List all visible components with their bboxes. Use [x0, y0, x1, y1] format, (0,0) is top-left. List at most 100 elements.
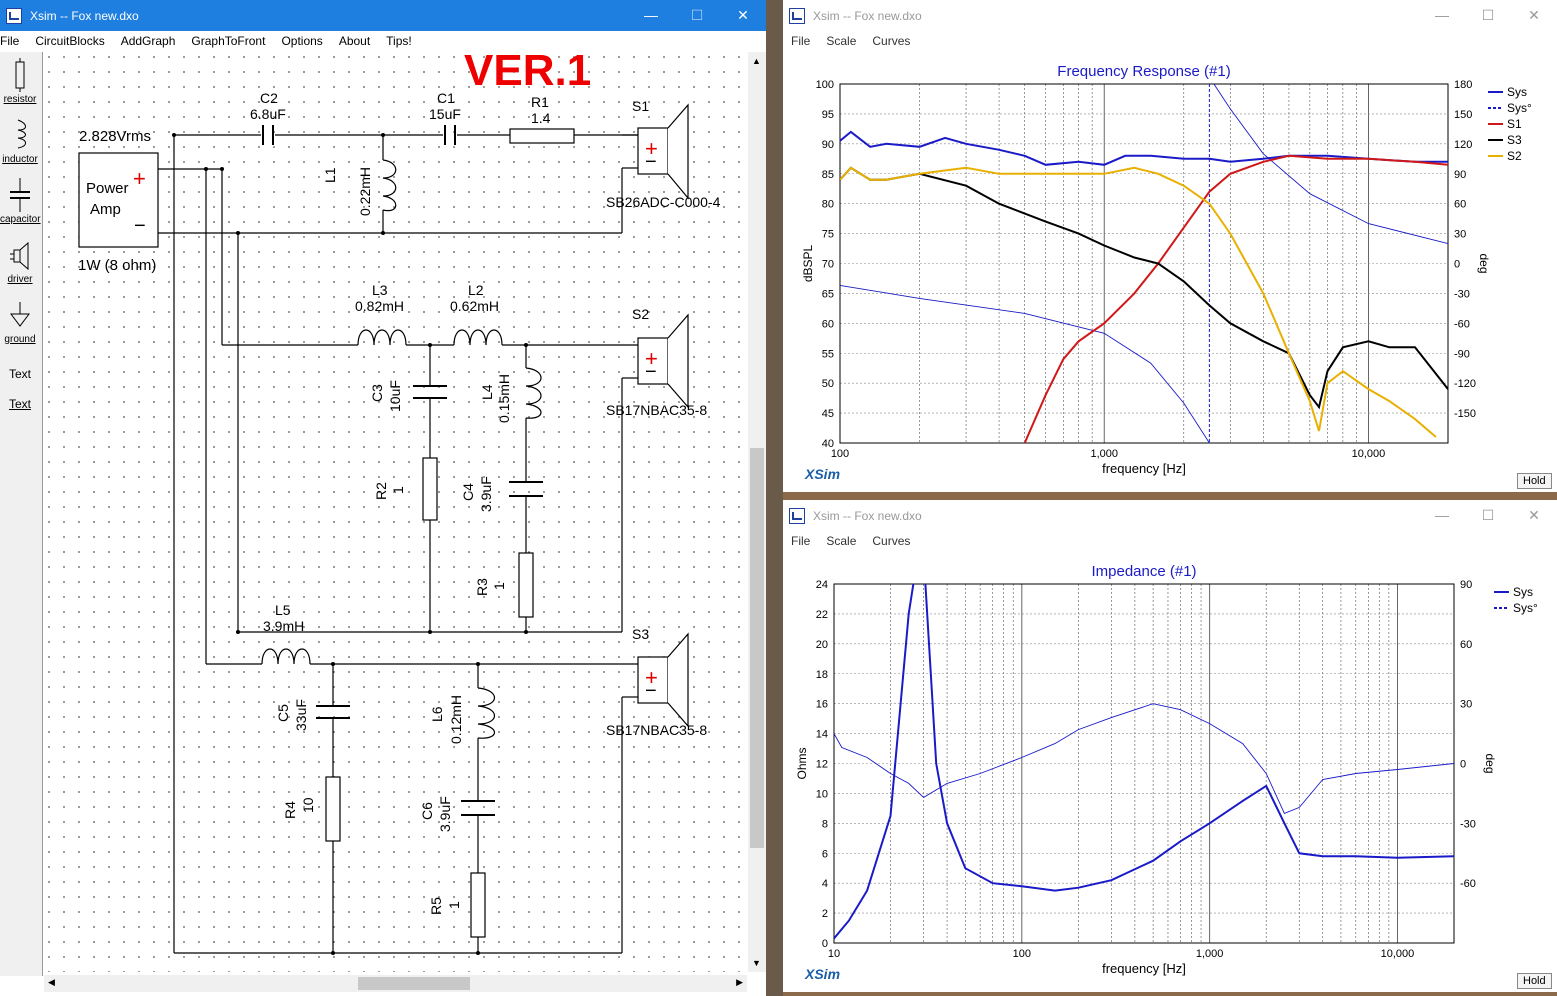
l5-value: 3.9mH [263, 618, 305, 634]
schematic-drawing: + + + + − − − − [44, 52, 747, 972]
y-tick-label: 10 [816, 788, 828, 800]
inductor-icon [17, 119, 26, 149]
l2-name: L2 [468, 282, 484, 298]
menu-tips[interactable]: Tips! [386, 34, 412, 48]
driver-s1-model: SB26ADC-C000-4 [606, 194, 721, 210]
maximize-icon[interactable]: ☐ [1465, 500, 1511, 531]
scroll-down-icon[interactable]: ▼ [752, 958, 761, 968]
impedance-chart: 024681012141618202224-60-30030609010 100 1… [795, 563, 1538, 976]
minimize-icon[interactable]: — [1419, 500, 1465, 531]
menu-addgraph[interactable]: AddGraph [121, 34, 176, 48]
tool-resistor[interactable]: resistor [0, 58, 40, 105]
scroll-right-icon[interactable]: ▶ [736, 977, 743, 988]
desktop-strip [766, 0, 783, 996]
resistor-icon [15, 58, 25, 92]
amp-label-1: Power [86, 180, 129, 197]
minimize-icon[interactable]: — [1419, 0, 1465, 31]
x-tick-label: 10,000 [1352, 448, 1386, 460]
hold-button[interactable]: Hold [1517, 473, 1552, 489]
l2-value: 0.62mH [450, 298, 500, 314]
frequency-titlebar[interactable]: Xsim -- Fox new.dxo — ☐ ✕ [783, 0, 1557, 31]
close-icon[interactable]: ✕ [1511, 500, 1557, 531]
maximize-icon[interactable]: ☐ [1465, 0, 1511, 31]
window-title: Xsim -- Fox new.dxo [813, 8, 922, 23]
schematic-menubar: File CircuitBlocks AddGraph GraphToFront… [0, 31, 766, 51]
tool-ground[interactable]: ground [0, 300, 40, 345]
tool-text-preview[interactable]: Text [0, 367, 40, 381]
c5-name: C5 [275, 704, 291, 722]
legend-label: Sys [1507, 85, 1527, 99]
y2-tick-label: 90 [1454, 169, 1466, 181]
c5-value: 33uF [293, 699, 309, 731]
y-tick-label: 14 [816, 729, 828, 741]
schematic-canvas[interactable]: + + + + − − − − VER.1 2.828Vrms Power Am… [44, 46, 747, 972]
horizontal-scrollbar[interactable]: ◀ ▶ [44, 975, 747, 992]
tool-text[interactable]: Text [0, 397, 40, 411]
c2-value: 6.8uF [250, 106, 286, 122]
menu-file[interactable]: File [791, 534, 810, 548]
driver-s3-model: SB17NBAC35-8 [606, 722, 708, 738]
menu-curves[interactable]: Curves [872, 34, 910, 48]
c6-name: C6 [419, 802, 435, 820]
x-tick-label: 10,000 [1381, 948, 1415, 960]
menu-options[interactable]: Options [281, 34, 322, 48]
vertical-scrollbar[interactable]: ▲ ▼ [748, 52, 766, 972]
menu-circuitblocks[interactable]: CircuitBlocks [35, 34, 104, 48]
schematic-titlebar[interactable]: Xsim -- Fox new.dxo — ☐ ✕ [0, 0, 766, 31]
menu-graphtofront[interactable]: GraphToFront [191, 34, 265, 48]
app-icon [789, 507, 805, 524]
r2-value: 1 [390, 486, 406, 494]
y-tick-label: 8 [822, 818, 828, 830]
y2-tick-label: 60 [1460, 639, 1472, 651]
scroll-up-icon[interactable]: ▲ [752, 56, 761, 66]
horizontal-scroll-thumb[interactable] [358, 977, 470, 990]
tool-driver[interactable]: driver [0, 240, 40, 285]
impedance-menubar: File Scale Curves [783, 531, 1557, 551]
menu-scale[interactable]: Scale [826, 34, 856, 48]
l3-value: 0.82mH [355, 298, 405, 314]
svg-text:−: − [645, 680, 657, 702]
scroll-left-icon[interactable]: ◀ [48, 977, 55, 988]
x-tick-label: 100 [831, 448, 849, 460]
y-tick-label: 70 [822, 259, 834, 271]
minimize-icon[interactable]: — [628, 0, 674, 31]
y-tick-label: 24 [816, 579, 828, 591]
tool-capacitor[interactable]: capacitor [0, 178, 41, 225]
y-tick-label: 100 [816, 79, 834, 91]
menu-curves[interactable]: Curves [872, 534, 910, 548]
tool-inductor[interactable]: inductor [0, 118, 40, 165]
r1-value: 1.4 [531, 110, 551, 126]
menu-about[interactable]: About [339, 34, 370, 48]
maximize-icon[interactable]: ☐ [674, 0, 720, 31]
close-icon[interactable]: ✕ [720, 0, 766, 31]
menu-file[interactable]: File [0, 34, 19, 48]
l3-name: L3 [372, 282, 388, 298]
y2-tick-label: 90 [1460, 579, 1472, 591]
svg-text:−: − [134, 215, 146, 237]
c4-value: 3.9uF [478, 476, 494, 512]
driver-s2-name: S2 [632, 306, 650, 322]
y-tick-label: 16 [816, 699, 828, 711]
y-tick-label: 55 [822, 348, 834, 360]
series-line-sys [834, 584, 1454, 940]
series-line-s1 [1023, 154, 1448, 443]
l4-name: L4 [479, 384, 495, 400]
y-tick-label: 95 [822, 109, 834, 121]
driver-s2-model: SB17NBAC35-8 [606, 402, 708, 418]
tool-label-capacitor: capacitor [0, 214, 41, 225]
y2-tick-label: -60 [1454, 318, 1470, 330]
ground-icon [10, 302, 30, 327]
xsim-logo: XSim [805, 466, 841, 482]
y-tick-label: 4 [822, 878, 828, 890]
version-banner: VER.1 [464, 46, 592, 95]
close-icon[interactable]: ✕ [1511, 0, 1557, 31]
legend-label: S1 [1507, 117, 1522, 131]
menu-scale[interactable]: Scale [826, 534, 856, 548]
y2-tick-label: 30 [1454, 229, 1466, 241]
vertical-scroll-thumb[interactable] [750, 448, 764, 848]
impedance-titlebar[interactable]: Xsim -- Fox new.dxo — ☐ ✕ [783, 500, 1557, 531]
hold-button[interactable]: Hold [1517, 973, 1552, 989]
y2-tick-label: 60 [1454, 199, 1466, 211]
tool-label-inductor: inductor [2, 154, 38, 165]
menu-file[interactable]: File [791, 34, 810, 48]
